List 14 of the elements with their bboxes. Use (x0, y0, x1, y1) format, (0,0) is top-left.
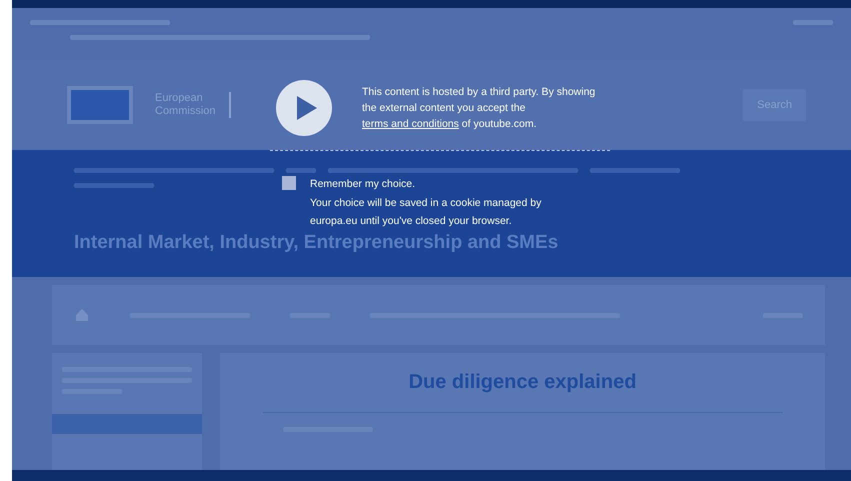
sidebar-item[interactable] (52, 414, 202, 434)
blurred-text (793, 20, 833, 25)
site-title: Internal Market, Industry, Entrepreneurship and SMEs (74, 232, 560, 254)
checkbox-label: Remember my choice. (310, 177, 416, 192)
cookie-note: Your choice will be saved in a cookie managed by europa.eu until you've closed your browser. (310, 196, 542, 229)
page-heading: Due diligence explained (408, 371, 636, 394)
home-icon[interactable] (74, 307, 90, 323)
consent-message: This content is hosted by a third party. By showing the external content you accept the terms and conditions of youtube.com. (362, 85, 596, 132)
flag-logo (67, 86, 133, 124)
terms-link[interactable]: terms and conditions (362, 118, 459, 130)
play-icon[interactable] (276, 80, 332, 136)
remember-checkbox[interactable] (282, 176, 296, 190)
logo-text: European Commission (155, 92, 231, 118)
blurred-text (286, 168, 316, 173)
